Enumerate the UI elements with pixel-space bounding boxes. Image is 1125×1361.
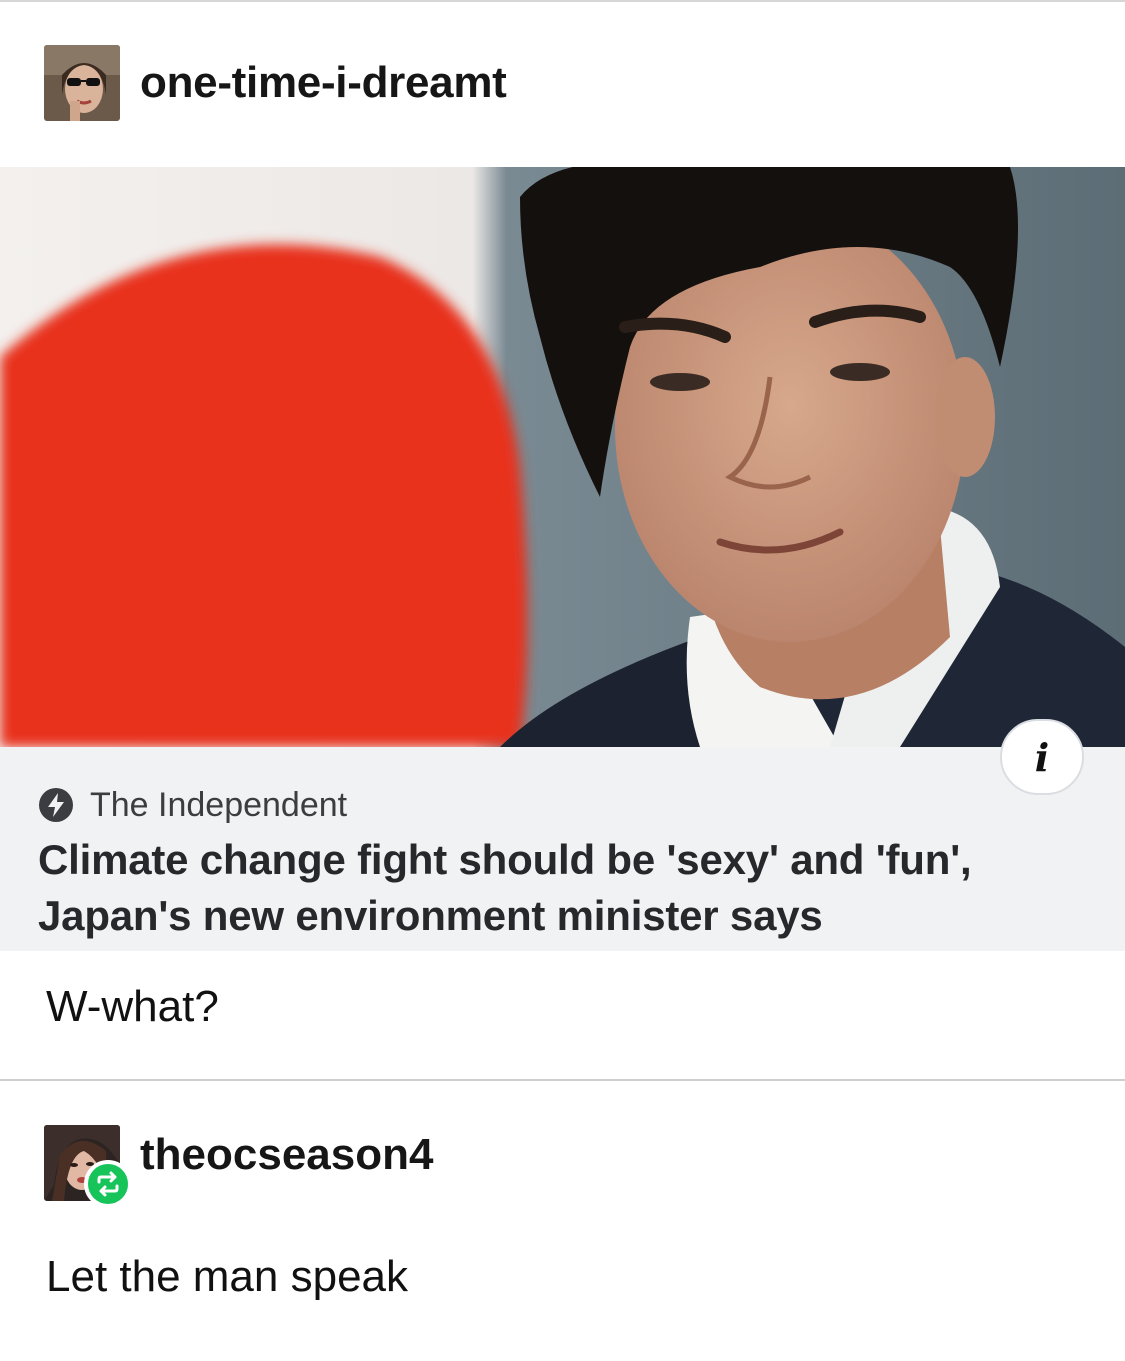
info-icon: i [1034,734,1050,780]
reblog-icon [97,1171,119,1197]
post-username[interactable]: one-time-i-dreamt [140,58,507,108]
article-image[interactable] [0,167,1125,747]
reblog-divider [0,1079,1125,1081]
reblog-username[interactable]: theocseason4 [140,1130,433,1180]
user-avatar[interactable] [44,45,120,121]
top-divider [0,0,1125,2]
lightning-bolt-icon [39,788,73,822]
reblog-badge [84,1160,132,1208]
post-comment: W-what? [46,982,219,1031]
article-source-name: The Independent [90,785,348,824]
article-headline[interactable]: Climate change fight should be 'sexy' an… [38,832,1098,944]
reblog-comment: Let the man speak [46,1252,409,1301]
info-button[interactable]: i [1000,719,1084,795]
post-header: one-time-i-dreamt [44,45,507,121]
article-source[interactable]: The Independent [38,785,347,825]
